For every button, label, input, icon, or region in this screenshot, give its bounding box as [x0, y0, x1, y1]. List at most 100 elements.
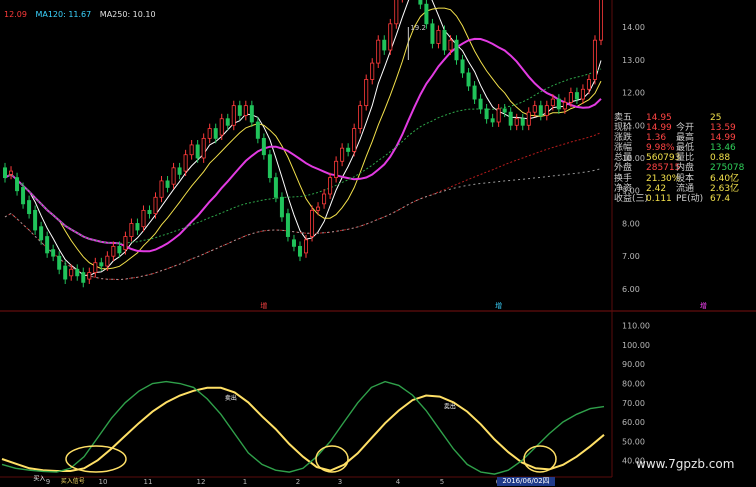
candle-body	[135, 223, 140, 231]
candle-body	[388, 23, 393, 51]
trough-highlight-circle	[65, 445, 127, 473]
candle-body	[382, 39, 387, 51]
candle-body	[51, 249, 56, 257]
time-tick-label: 12	[197, 478, 206, 486]
candle-body	[243, 105, 248, 116]
candle-body	[171, 167, 176, 185]
price-tick-label: 12.00	[622, 89, 645, 98]
quote-label: 现价	[614, 123, 633, 134]
candle-body	[195, 144, 200, 159]
quote-value: 0.88	[710, 153, 731, 164]
candle-body	[556, 98, 561, 110]
candle-body	[75, 268, 80, 277]
oscillator-line	[1, 380, 605, 475]
candle-body	[201, 137, 206, 159]
candle-body	[316, 206, 321, 211]
candle-body	[207, 128, 212, 139]
time-tick-label: 3	[338, 478, 342, 486]
candle-body	[267, 154, 272, 179]
quote-row: 净资 2.42 流通 2.63亿	[612, 184, 756, 194]
candle-body	[117, 245, 122, 254]
signal-marker-label: 买入信号	[61, 477, 85, 485]
candle-body	[586, 79, 591, 90]
quote-label: 股本	[676, 173, 695, 184]
quote-label: 涨幅	[614, 143, 633, 154]
signal-marker-label: 卖出	[444, 403, 456, 411]
candle-body	[508, 111, 513, 126]
time-tick-label: 5	[440, 478, 444, 486]
candle-body	[562, 101, 567, 110]
candle-body	[39, 226, 44, 241]
candle-body	[183, 154, 188, 172]
candle-body	[358, 105, 363, 129]
price-tick-label: 13.00	[622, 56, 645, 65]
candle-body	[442, 29, 447, 51]
quote-row: 涨幅 9.98% 最低 13.46	[612, 143, 756, 153]
quote-value: 13.59	[710, 123, 736, 134]
candle-body	[418, 0, 423, 5]
candle-body	[285, 213, 290, 237]
trough-highlight-circle	[315, 445, 349, 473]
candle-body	[550, 98, 555, 107]
candle-body	[249, 105, 254, 123]
candle-body	[15, 177, 20, 192]
candle-body	[147, 209, 152, 215]
candle-body	[225, 118, 230, 126]
quote-row: 总量 560793 量比 0.88	[612, 153, 756, 163]
peak-label: 19.2	[410, 24, 426, 32]
candle-body	[478, 98, 483, 110]
candle-body	[291, 239, 296, 247]
candle-body	[430, 23, 435, 44]
candle-body	[490, 118, 495, 123]
quote-row: 收益(三) 0.111 PE(动) 67.4	[612, 194, 756, 204]
candle-body	[394, 0, 399, 25]
quote-label: 最低	[676, 143, 695, 154]
price-tick-label: 7.00	[622, 252, 640, 261]
candle-body	[279, 196, 284, 218]
quote-value: 14.99	[710, 133, 736, 144]
osc-tick-label: 60.00	[622, 418, 645, 427]
quote-row: 换手 21.30% 股本 6.40亿	[612, 174, 756, 184]
time-tick-label: 4	[396, 478, 401, 486]
quote-value: 13.46	[710, 143, 736, 154]
candle-body	[63, 265, 68, 280]
candle-body	[255, 121, 260, 139]
osc-tick-label: 100.00	[622, 341, 650, 350]
candle-body	[514, 118, 519, 126]
candle-body	[328, 177, 333, 195]
price-tick-label: 8.00	[622, 219, 640, 228]
time-tick-label: 10	[99, 478, 108, 486]
signal-marker-label: 买入	[33, 474, 45, 482]
osc-tick-label: 90.00	[622, 360, 645, 369]
quote-value: 14.95	[646, 113, 672, 123]
moving-average-line	[4, 68, 602, 244]
candle-body	[189, 144, 194, 156]
time-tick-label: 11	[144, 478, 153, 486]
signal-label: 增	[495, 301, 502, 310]
quote-label: 最高	[676, 133, 695, 144]
candle-body	[219, 118, 224, 136]
quote-value: 1.36	[646, 133, 667, 144]
moving-average-line	[4, 132, 602, 281]
quote-row: 卖五 14.95 25	[612, 113, 756, 123]
candle-body	[346, 147, 351, 152]
osc-tick-label: 110.00	[622, 322, 650, 331]
ma-legend: 12.09 MA120: 11.67 MA250: 10.10	[4, 10, 162, 19]
quote-value: 275078	[710, 163, 745, 174]
candle-body	[472, 85, 477, 100]
quote-value: 2.42	[646, 183, 667, 194]
quote-value: 2.63亿	[710, 183, 740, 194]
candle-body	[57, 255, 62, 270]
quote-label: 卖五	[614, 113, 633, 123]
candle-body	[141, 209, 146, 228]
quote-label: 流通	[676, 183, 695, 194]
candle-body	[334, 160, 339, 179]
candle-body	[237, 105, 242, 116]
candle-body	[538, 105, 543, 116]
oscillator-line	[1, 386, 605, 472]
candle-body	[376, 39, 381, 64]
ma-legend-item: MA120: 11.67	[35, 10, 92, 19]
candle-body	[273, 177, 278, 198]
candle-body	[153, 196, 158, 215]
candle-body	[87, 272, 92, 280]
